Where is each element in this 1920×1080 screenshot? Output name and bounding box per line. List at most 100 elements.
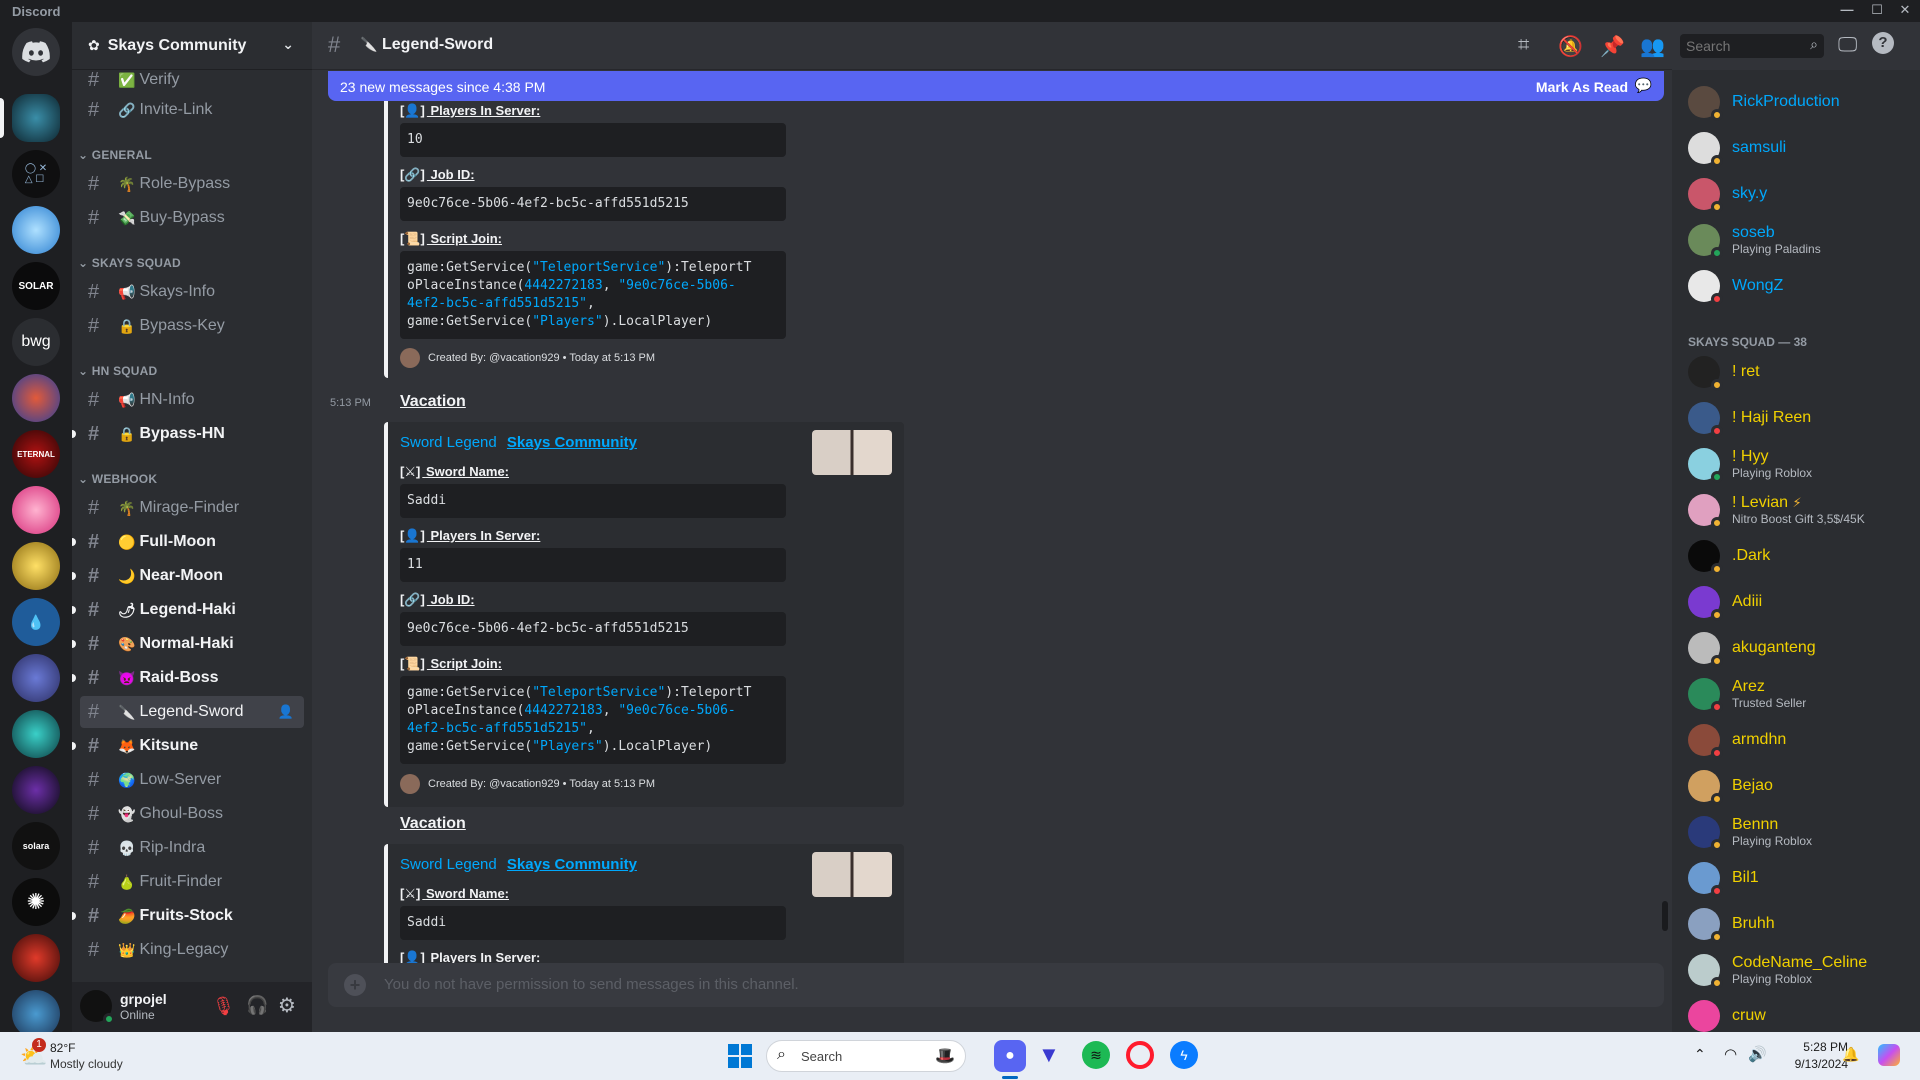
server-icon-solar[interactable]: SOLAR xyxy=(12,262,60,310)
channel-near-moon[interactable]: # 🌙 Near-Moon xyxy=(72,560,304,592)
server-icon-solara[interactable]: solara xyxy=(12,822,60,870)
member-item[interactable]: armdhn xyxy=(1680,719,1912,761)
chevron-down-icon[interactable]: ⌄ xyxy=(282,36,294,53)
username[interactable]: grpojel xyxy=(120,991,167,1007)
member-item[interactable]: ! Haji Reen xyxy=(1680,397,1912,439)
invite-member-icon[interactable]: 👤 xyxy=(278,704,294,720)
messenger-taskbar-icon[interactable]: ϟ xyxy=(1170,1041,1198,1069)
member-item[interactable]: cruw xyxy=(1680,995,1912,1032)
notification-muted-icon[interactable]: 🔕 xyxy=(1558,34,1583,59)
taskbar-search-box[interactable]: ⌕ Search 🎩 xyxy=(766,1040,966,1072)
weather-temp[interactable]: 82°F xyxy=(50,1041,75,1055)
member-item[interactable]: samsuli xyxy=(1680,127,1912,169)
member-item[interactable]: Bennn Playing Roblox xyxy=(1680,811,1912,853)
channel-king-legacy[interactable]: # 👑 King-Legacy xyxy=(80,934,304,966)
member-item[interactable]: WongZ xyxy=(1680,265,1912,307)
channel-skays-info[interactable]: # 📢 Skays-Info xyxy=(80,276,304,308)
channel-ghoul-boss[interactable]: # 👻 Ghoul-Boss xyxy=(80,798,304,830)
vpn-taskbar-icon[interactable]: ▼ xyxy=(1038,1042,1060,1068)
discord-taskbar-icon[interactable]: ● xyxy=(994,1040,1026,1072)
server-icon-8[interactable] xyxy=(12,486,60,534)
channel-raid-boss[interactable]: # 👿 Raid-Boss xyxy=(72,662,304,694)
search-box[interactable]: ⌕ xyxy=(1680,34,1824,58)
channel-fruit-finder[interactable]: # 🍐 Fruit-Finder xyxy=(80,866,304,898)
weather-condition[interactable]: Mostly cloudy xyxy=(50,1057,123,1071)
member-item[interactable]: CodeName_Celine Playing Roblox xyxy=(1680,949,1912,991)
maximize-icon[interactable]: ☐ xyxy=(1862,2,1892,18)
member-item[interactable]: .Dark xyxy=(1680,535,1912,577)
headphones-icon[interactable]: 🎧 xyxy=(246,995,268,1016)
channel-full-moon[interactable]: # 🟡 Full-Moon xyxy=(72,526,304,558)
server-icon-eternal[interactable]: ETERNAL xyxy=(12,430,60,478)
close-icon[interactable]: ✕ xyxy=(1890,2,1920,18)
server-icon-skays[interactable] xyxy=(12,94,60,142)
avatar[interactable] xyxy=(80,990,115,1025)
member-item[interactable]: ! ret xyxy=(1680,351,1912,393)
member-item[interactable]: Bil1 xyxy=(1680,857,1912,899)
message-author[interactable]: Vacation xyxy=(400,393,466,411)
spotify-taskbar-icon[interactable]: ≋ xyxy=(1082,1041,1110,1069)
member-item[interactable]: ! Levian ⚡ Nitro Boost Gift 3,5$/45K xyxy=(1680,489,1912,531)
tray-expand-icon[interactable]: ⌃ xyxy=(1694,1046,1706,1063)
member-item[interactable]: Arez Trusted Seller xyxy=(1680,673,1912,715)
search-input[interactable] xyxy=(1680,34,1798,58)
minimize-icon[interactable]: — xyxy=(1832,2,1862,17)
channel-role-bypass[interactable]: # 🌴 Role-Bypass xyxy=(80,168,304,200)
embed-title[interactable]: Sword Legend Skays Community xyxy=(400,856,637,873)
server-icon-12[interactable] xyxy=(12,710,60,758)
server-icon-11[interactable] xyxy=(12,654,60,702)
help-icon[interactable]: ? xyxy=(1872,32,1894,54)
volume-icon[interactable]: 🔊 xyxy=(1748,1045,1767,1063)
windows-start-icon[interactable] xyxy=(728,1044,752,1068)
scrollbar-thumb[interactable] xyxy=(1662,901,1668,931)
server-header[interactable]: ✿ Skays Community ⌄ xyxy=(72,22,312,70)
server-icon-13[interactable] xyxy=(12,766,60,814)
wifi-icon[interactable]: ◠ xyxy=(1724,1045,1737,1063)
channel-verify[interactable]: # ✅ Verify xyxy=(80,70,304,90)
embed-thumbnail[interactable] xyxy=(812,852,892,897)
category-hn-squad[interactable]: ⌄ HN SQUAD xyxy=(78,364,157,378)
copilot-icon[interactable] xyxy=(1878,1044,1900,1066)
settings-gear-icon[interactable]: ⚙ xyxy=(278,993,296,1018)
server-icon-17[interactable] xyxy=(12,990,60,1038)
pin-icon[interactable]: 📌 xyxy=(1600,34,1625,59)
channel-low-server[interactable]: # 🌍 Low-Server xyxy=(80,764,304,796)
member-item[interactable]: soseb Playing Paladins xyxy=(1680,219,1912,261)
server-icon-6[interactable] xyxy=(12,374,60,422)
mark-as-read-button[interactable]: Mark As Read xyxy=(1536,79,1628,95)
member-item[interactable]: RickProduction xyxy=(1680,81,1912,123)
member-item[interactable]: Adiii xyxy=(1680,581,1912,623)
server-icon-15[interactable]: ✺ xyxy=(12,878,60,926)
channel-bypass-hn[interactable]: # 🔒 Bypass-HN xyxy=(72,418,304,450)
member-item[interactable]: akuganteng xyxy=(1680,627,1912,669)
category-skays-squad[interactable]: ⌄ SKAYS SQUAD xyxy=(78,256,181,270)
server-icon-9[interactable] xyxy=(12,542,60,590)
channel-mirage-finder[interactable]: # 🌴 Mirage-Finder xyxy=(80,492,304,524)
embed-thumbnail[interactable] xyxy=(812,430,892,475)
channel-bypass-key[interactable]: # 🔒 Bypass-Key xyxy=(80,310,304,342)
channel-hn-info[interactable]: # 📢 HN-Info xyxy=(80,384,304,416)
server-icon-playstation[interactable]: ◯ ✕ △ ☐ xyxy=(12,150,60,198)
category-general[interactable]: ⌄ GENERAL xyxy=(78,148,152,162)
opera-taskbar-icon[interactable] xyxy=(1126,1041,1154,1069)
channel-legend-haki[interactable]: # 🌶 Legend-Haki xyxy=(72,594,304,626)
discord-home-icon[interactable] xyxy=(12,28,60,76)
new-messages-bar[interactable]: 23 new messages since 4:38 PM Mark As Re… xyxy=(328,71,1664,101)
clock-date[interactable]: 9/13/2024 xyxy=(1778,1057,1848,1071)
category-webhook[interactable]: ⌄ WEBHOOK xyxy=(78,472,157,486)
member-item[interactable]: sky.y xyxy=(1680,173,1912,215)
server-icon-bwg[interactable]: bwg xyxy=(12,318,60,366)
member-list-icon[interactable]: 👥 xyxy=(1640,34,1665,59)
member-item[interactable]: ! Hyy Playing Roblox xyxy=(1680,443,1912,485)
mark-read-icon[interactable]: 💬 xyxy=(1635,77,1652,94)
server-icon-16[interactable] xyxy=(12,934,60,982)
server-icon-3[interactable] xyxy=(12,206,60,254)
mute-microphone-icon[interactable]: 🎙 xyxy=(212,996,235,1017)
channel-rip-indra[interactable]: # 💀 Rip-Indra xyxy=(80,832,304,864)
embed-title[interactable]: Sword Legend Skays Community xyxy=(400,434,637,451)
channel-normal-haki[interactable]: # 🎨 Normal-Haki xyxy=(72,628,304,660)
message-author[interactable]: Vacation xyxy=(400,815,466,833)
inbox-icon[interactable]: 🖵 xyxy=(1838,34,1857,57)
member-item[interactable]: Bejao xyxy=(1680,765,1912,807)
channel-kitsune[interactable]: # 🦊 Kitsune xyxy=(72,730,304,762)
